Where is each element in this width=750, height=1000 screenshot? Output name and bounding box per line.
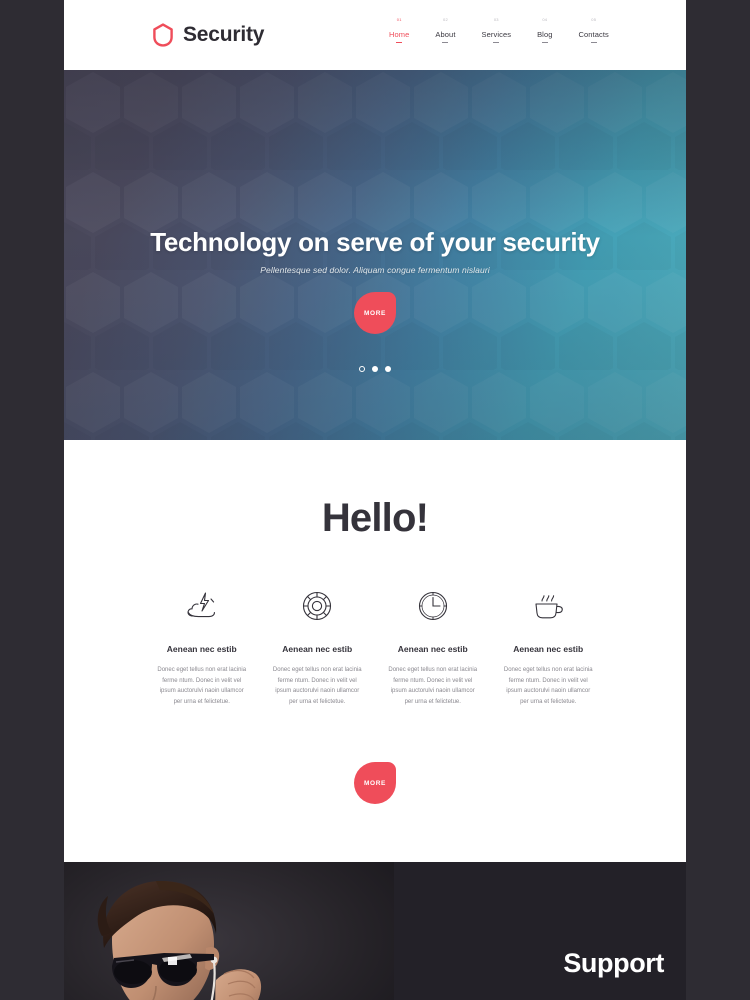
hello-title: Hello!: [321, 496, 429, 540]
hero-content: Technology on serve of your security Pel…: [64, 70, 686, 440]
nav-item-blog[interactable]: 04 Blog: [524, 17, 565, 43]
support-title: Support: [563, 948, 664, 978]
site-header: Security 01 Home 02 About 03 Services 04…: [64, 0, 686, 70]
feature-item: Aenean nec estib Donec eget tellus non e…: [260, 589, 376, 707]
lightning-cloud-icon: [156, 589, 248, 623]
brand-name: Security: [183, 23, 265, 46]
nav-underline: [396, 42, 403, 43]
security-agent-photo: [64, 862, 394, 1000]
nav-item-about[interactable]: 02 About: [422, 17, 468, 43]
support-section: Support Donec eget tellus non erat lacin…: [64, 862, 686, 1000]
nav-label: Services: [481, 30, 512, 39]
feature-title: Aenean nec estib: [166, 644, 237, 654]
nav-item-contacts[interactable]: 05 Contacts: [566, 17, 622, 43]
aperture-target-icon: [272, 589, 364, 623]
nav-item-services[interactable]: 03 Services: [469, 17, 525, 43]
nav-label: Contacts: [578, 30, 609, 39]
nav-number: 03: [493, 17, 499, 22]
nav-underline: [442, 42, 449, 43]
hello-more-wrapper: MORE: [64, 745, 686, 804]
hero-title: Technology on serve of your security: [150, 227, 600, 257]
feature-list: Aenean nec estib Donec eget tellus non e…: [64, 589, 686, 707]
nav-label: Home: [389, 30, 410, 39]
nav-number: 01: [396, 17, 402, 22]
feature-text: Donec eget tellus non erat lacinia ferme…: [272, 667, 362, 705]
feature-item: Aenean nec estib Donec eget tellus non e…: [375, 589, 491, 707]
slider-dot-2[interactable]: [372, 366, 378, 372]
feature-title: Aenean nec estib: [513, 644, 584, 654]
shield-ring-icon: [152, 23, 174, 47]
brand-logo[interactable]: Security: [152, 23, 264, 47]
slider-dot-3[interactable]: [385, 366, 391, 372]
feature-text: Donec eget tellus non erat lacinia ferme…: [157, 667, 247, 705]
feature-item: Aenean nec estib Donec eget tellus non e…: [491, 589, 607, 707]
nav-underline: [590, 42, 597, 43]
hello-more-label: MORE: [364, 779, 386, 787]
nav-number: 02: [443, 17, 448, 22]
feature-item: Aenean nec estib Donec eget tellus non e…: [144, 589, 260, 707]
hero-subtitle: Pellentesque sed dolor. Aliquam congue f…: [260, 265, 490, 275]
support-content: Support Donec eget tellus non erat lacin…: [394, 862, 686, 1000]
slider-dot-1[interactable]: [359, 366, 365, 372]
nav-number: 04: [542, 17, 548, 22]
hero-slider: Technology on serve of your security Pel…: [64, 70, 686, 440]
hero-more-button[interactable]: MORE: [354, 292, 396, 334]
feature-text: Donec eget tellus non erat lacinia ferme…: [503, 667, 593, 705]
hello-more-button[interactable]: MORE: [354, 762, 396, 804]
clock-icon: [387, 589, 479, 623]
feature-title: Aenean nec estib: [282, 644, 353, 654]
nav-label: Blog: [537, 30, 553, 39]
feature-title: Aenean nec estib: [397, 644, 468, 654]
nav-underline: [541, 42, 548, 43]
nav-label: About: [435, 30, 456, 39]
hero-more-label: MORE: [364, 309, 386, 317]
website-viewport: Security 01 Home 02 About 03 Services 04…: [64, 0, 686, 1000]
nav-number: 05: [591, 17, 597, 22]
coffee-cup-icon: [503, 589, 595, 623]
hello-section: Hello! Aenean nec estib Donec eget tellu…: [64, 440, 686, 862]
main-navigation: 01 Home 02 About 03 Services 04 Blog 05 …: [376, 17, 622, 43]
nav-item-home[interactable]: 01 Home: [376, 17, 422, 43]
page-root: Security 01 Home 02 About 03 Services 04…: [0, 0, 750, 1000]
feature-text: Donec eget tellus non erat lacinia ferme…: [388, 667, 478, 705]
nav-underline: [493, 42, 500, 43]
slider-dots: [359, 366, 391, 372]
